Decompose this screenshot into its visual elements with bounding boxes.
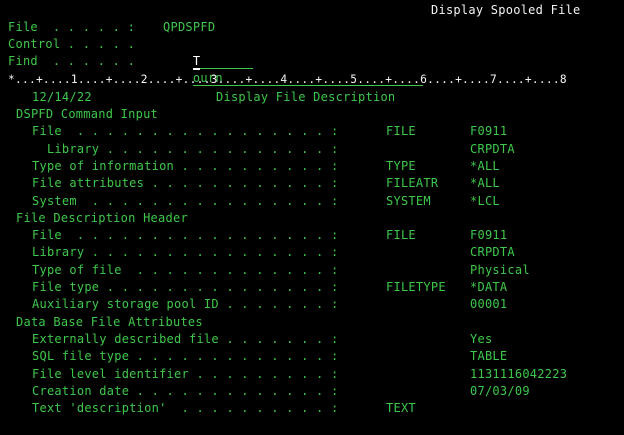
field-value: *ALL (470, 176, 500, 190)
field-label: File type . . . . . . . . . . . . . . . … (32, 280, 339, 294)
field-value: *LCL (470, 194, 500, 208)
field-label: Externally described file . . . . . . . … (32, 332, 339, 346)
file-label: File . . . . . : (8, 20, 136, 34)
field-keyword: FILE (386, 124, 416, 138)
field-label: Type of information . . . . . . . . . . … (32, 159, 339, 173)
field-label: System . . . . . . . . . . . . . . . . : (32, 194, 339, 208)
field-value: *ALL (470, 159, 500, 173)
field-keyword: FILEATR (386, 176, 439, 190)
field-value: TABLE (470, 349, 508, 363)
field-label: Type of file . . . . . . . . . . . . . : (32, 263, 339, 277)
field-keyword: SYSTEM (386, 194, 431, 208)
file-value: QPDSPFD (163, 20, 216, 34)
screen-title: Display Spooled File (431, 3, 581, 17)
section-heading: DSPFD Command Input (16, 107, 159, 121)
field-label: Library . . . . . . . . . . . . . . . . … (32, 245, 339, 259)
field-value: 00001 (470, 297, 508, 311)
field-value: 07/03/09 (470, 384, 530, 398)
field-label: File level identifier . . . . . . . . . … (32, 367, 339, 381)
field-label: Text 'description' . . . . . . . . . . : (32, 401, 339, 415)
control-field[interactable]: T (163, 36, 253, 70)
field-label: Creation date . . . . . . . . . . . . . … (32, 384, 339, 398)
field-value: CRPDTA (470, 142, 515, 156)
field-value: CRPDTA (470, 245, 515, 259)
section-heading: Data Base File Attributes (16, 315, 203, 329)
find-label: Find . . . . . . (8, 54, 136, 68)
field-value: Physical (470, 263, 530, 277)
report-date: 12/14/22 (32, 90, 92, 104)
field-label: File . . . . . . . . . . . . . . . . . : (32, 124, 339, 138)
field-value: *DATA (470, 280, 508, 294)
field-label: SQL file type . . . . . . . . . . . . . … (32, 349, 339, 363)
field-label: Auxiliary storage pool ID . . . . . . . … (32, 297, 339, 311)
field-label: File attributes . . . . . . . . . . . . … (32, 176, 339, 190)
field-keyword: TYPE (386, 159, 416, 173)
field-value: F0911 (470, 228, 508, 242)
terminal-screen: Display Spooled File File . . . . . : QP… (0, 0, 624, 435)
field-keyword: FILETYPE (386, 280, 446, 294)
report-title: Display File Description (216, 90, 396, 104)
find-field[interactable]: ourn (163, 53, 423, 86)
field-value: 1131116042223 (470, 367, 568, 381)
section-heading: File Description Header (16, 211, 188, 225)
column-ruler: *...+....1....+....2....+....3....+....4… (8, 73, 567, 86)
field-value: F0911 (470, 124, 508, 138)
control-label: Control . . . . . (8, 37, 136, 51)
field-label: Library . . . . . . . . . . . . . . . : (32, 142, 339, 156)
field-keyword: FILE (386, 228, 416, 242)
field-keyword: TEXT (386, 401, 416, 415)
field-label: File . . . . . . . . . . . . . . . . . : (32, 228, 339, 242)
field-value: Yes (470, 332, 493, 346)
